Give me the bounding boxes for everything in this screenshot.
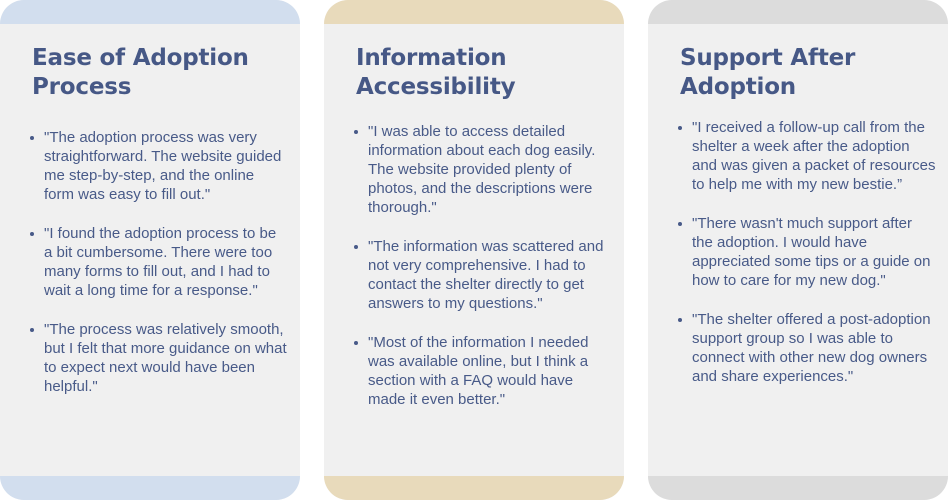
quote-item: "The information was scattered and not v… <box>350 237 612 313</box>
card-support-after-adoption: Support After Adoption "I received a fol… <box>648 0 948 500</box>
quote-item: "I was able to access detailed informati… <box>350 122 612 217</box>
quote-list: "The adoption process was very straightf… <box>26 128 288 416</box>
quote-list: "I received a follow-up call from the sh… <box>674 118 936 406</box>
quote-item: "I found the adoption process to be a bi… <box>26 224 288 300</box>
quote-item: "The process was relatively smooth, but … <box>26 320 288 396</box>
card-title: Ease of Adoption Process <box>32 45 249 100</box>
card-information-accessibility: Information Accessibility "I was able to… <box>324 0 624 500</box>
quote-item: "The adoption process was very straightf… <box>26 128 288 204</box>
card-top-accent <box>0 0 300 24</box>
card-top-accent <box>648 0 948 24</box>
quote-item: "There wasn't much support after the ado… <box>674 214 936 290</box>
card-title: Information Accessibility <box>356 45 516 100</box>
card-bottom-accent <box>0 476 300 500</box>
card-bottom-accent <box>648 476 948 500</box>
card-top-accent <box>324 0 624 24</box>
quote-list: "I was able to access detailed informati… <box>350 122 612 429</box>
quote-item: "Most of the information I needed was av… <box>350 333 612 409</box>
quote-item: "The shelter offered a post-adoption sup… <box>674 310 936 386</box>
quote-item: "I received a follow-up call from the sh… <box>674 118 936 194</box>
card-bottom-accent <box>324 476 624 500</box>
card-title: Support After Adoption <box>680 45 856 100</box>
card-ease-of-adoption: Ease of Adoption Process "The adoption p… <box>0 0 300 500</box>
